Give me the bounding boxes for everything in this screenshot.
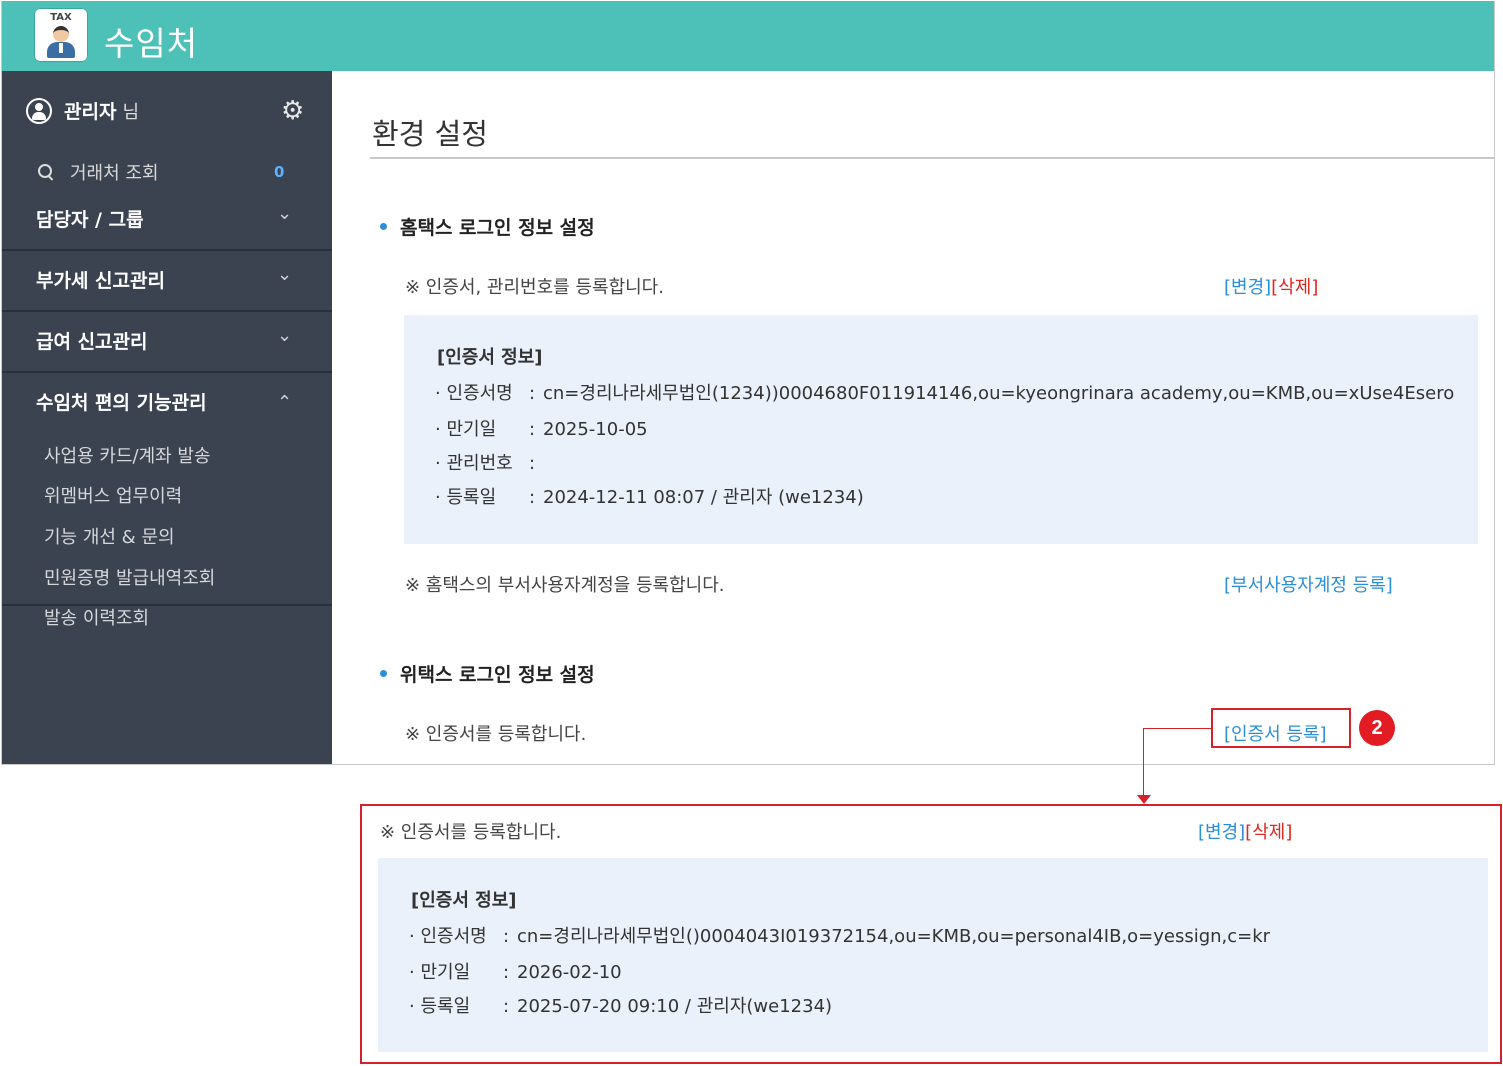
main-content: 환경 설정 홈택스 로그인 정보 설정 ※ 인증서, 관리번호를 등록합니다. … <box>332 71 1494 764</box>
search-label: 거래처 조회 <box>70 163 159 184</box>
user-profile[interactable]: 관리자 님 <box>26 97 139 124</box>
connector-line <box>1143 728 1144 796</box>
search-icon <box>38 164 54 180</box>
wetax-note: ※ 인증서를 등록합니다. <box>405 724 587 745</box>
tax-logo-icon[interactable]: TAX <box>34 8 88 62</box>
arrow-down-icon <box>1137 795 1151 804</box>
menu-payroll-report[interactable]: 급여 신고관리 ⌄ <box>2 313 332 373</box>
change-link[interactable]: [변경] <box>1198 822 1245 843</box>
menu-label: 수임처 편의 기능관리 <box>36 392 207 414</box>
cert-mgmt-number-row: · 관리번호: <box>435 453 536 474</box>
hometax-section-heading: 홈택스 로그인 정보 설정 <box>380 213 595 240</box>
menu-label: 부가세 신고관리 <box>36 270 165 292</box>
bullet-icon <box>380 670 387 677</box>
wetax-section-heading: 위택스 로그인 정보 설정 <box>380 660 595 687</box>
sidebar-item-work-history[interactable]: 위멤버스 업무이력 <box>44 482 182 508</box>
dept-account-note: ※ 홈택스의 부서사용자계정을 등록합니다. <box>405 575 725 596</box>
menu-manager-group[interactable]: 담당자 / 그룹 ⌄ <box>2 191 332 251</box>
hometax-note: ※ 인증서, 관리번호를 등록합니다. <box>405 277 664 298</box>
user-icon <box>26 97 52 124</box>
registered-cert-callout: ※ 인증서를 등록합니다. [변경][삭제] [인증서 정보] · 인증서명: c… <box>360 804 1502 1064</box>
chevron-down-icon: ⌄ <box>277 325 293 346</box>
title-divider <box>370 157 1494 159</box>
sidebar-item-send-history[interactable]: 발송 이력조회 <box>44 604 149 630</box>
app-title: 수임처 <box>104 24 199 63</box>
user-suffix: 님 <box>122 101 140 123</box>
delete-link[interactable]: [삭제] <box>1245 822 1292 843</box>
register-link-highlight <box>1211 708 1351 748</box>
chevron-up-icon: ⌃ <box>277 392 293 413</box>
client-search[interactable]: 거래처 조회 <box>38 159 159 185</box>
menu-label: 담당자 / 그룹 <box>36 209 144 231</box>
menu-label: 급여 신고관리 <box>36 331 148 353</box>
section-title: 위택스 로그인 정보 설정 <box>400 664 595 686</box>
cert-expiry-row: · 만기일:2026-02-10 <box>409 962 622 983</box>
menu-convenience[interactable]: 수임처 편의 기능관리 ⌃ <box>2 374 332 434</box>
dept-account-register-link[interactable]: [부서사용자계정 등록] <box>1224 571 1393 597</box>
gear-icon[interactable]: ⚙ <box>281 98 304 124</box>
sidebar-item-card-account[interactable]: 사업용 카드/계좌 발송 <box>44 442 211 468</box>
bullet-icon <box>380 223 387 230</box>
sidebar: 관리자 님 ⚙ 거래처 조회 0 담당자 / 그룹 ⌄ 부가세 신고관리 ⌄ 급… <box>2 71 332 764</box>
chevron-down-icon: ⌄ <box>277 203 293 224</box>
cert-name-row: · 인증서명: cn=경리나라세무법인(1234))0004680F0119141… <box>435 383 1455 404</box>
cert-info-title: [인증서 정보] <box>411 890 517 911</box>
convenience-submenu: 사업용 카드/계좌 발송 위멤버스 업무이력 기능 개선 & 문의 민원증명 발… <box>2 434 332 629</box>
wetax-cert-info: [인증서 정보] · 인증서명: cn=경리나라세무법인()0004043I019… <box>378 858 1488 1052</box>
change-link[interactable]: [변경] <box>1224 277 1271 298</box>
cert-name-row: · 인증서명: cn=경리나라세무법인()0004043I019372154,ou… <box>409 926 1271 947</box>
step-badge: 2 <box>1359 710 1395 746</box>
hometax-cert-info: [인증서 정보] · 인증서명: cn=경리나라세무법인(1234))000468… <box>404 315 1478 544</box>
callout-note: ※ 인증서를 등록합니다. <box>380 822 562 843</box>
section-title: 홈택스 로그인 정보 설정 <box>400 217 595 239</box>
search-count-badge: 0 <box>274 163 285 181</box>
top-header: TAX 수임처 <box>2 1 1494 71</box>
cert-registered-row: · 등록일:2024-12-11 08:07 / 관리자 (we1234) <box>435 487 864 508</box>
sidebar-item-feedback[interactable]: 기능 개선 & 문의 <box>44 523 175 549</box>
user-name: 관리자 <box>64 101 117 123</box>
cert-expiry-row: · 만기일:2025-10-05 <box>435 419 648 440</box>
chevron-down-icon: ⌄ <box>277 264 293 285</box>
cert-info-title: [인증서 정보] <box>437 347 543 368</box>
page-title: 환경 설정 <box>372 117 488 151</box>
hometax-actions: [변경][삭제] <box>1224 273 1318 299</box>
connector-line <box>1143 728 1211 729</box>
delete-link[interactable]: [삭제] <box>1271 277 1318 298</box>
sidebar-item-civil-cert[interactable]: 민원증명 발급내역조회 <box>44 564 215 590</box>
callout-actions: [변경][삭제] <box>1198 818 1292 844</box>
menu-vat-report[interactable]: 부가세 신고관리 ⌄ <box>2 252 332 312</box>
logo-text: TAX <box>50 12 72 23</box>
app-window: TAX 수임처 관리자 님 ⚙ 거래처 조회 0 담당자 / 그룹 ⌄ 부가세 … <box>1 1 1495 765</box>
cert-registered-row: · 등록일:2025-07-20 09:10 / 관리자(we1234) <box>409 996 833 1017</box>
